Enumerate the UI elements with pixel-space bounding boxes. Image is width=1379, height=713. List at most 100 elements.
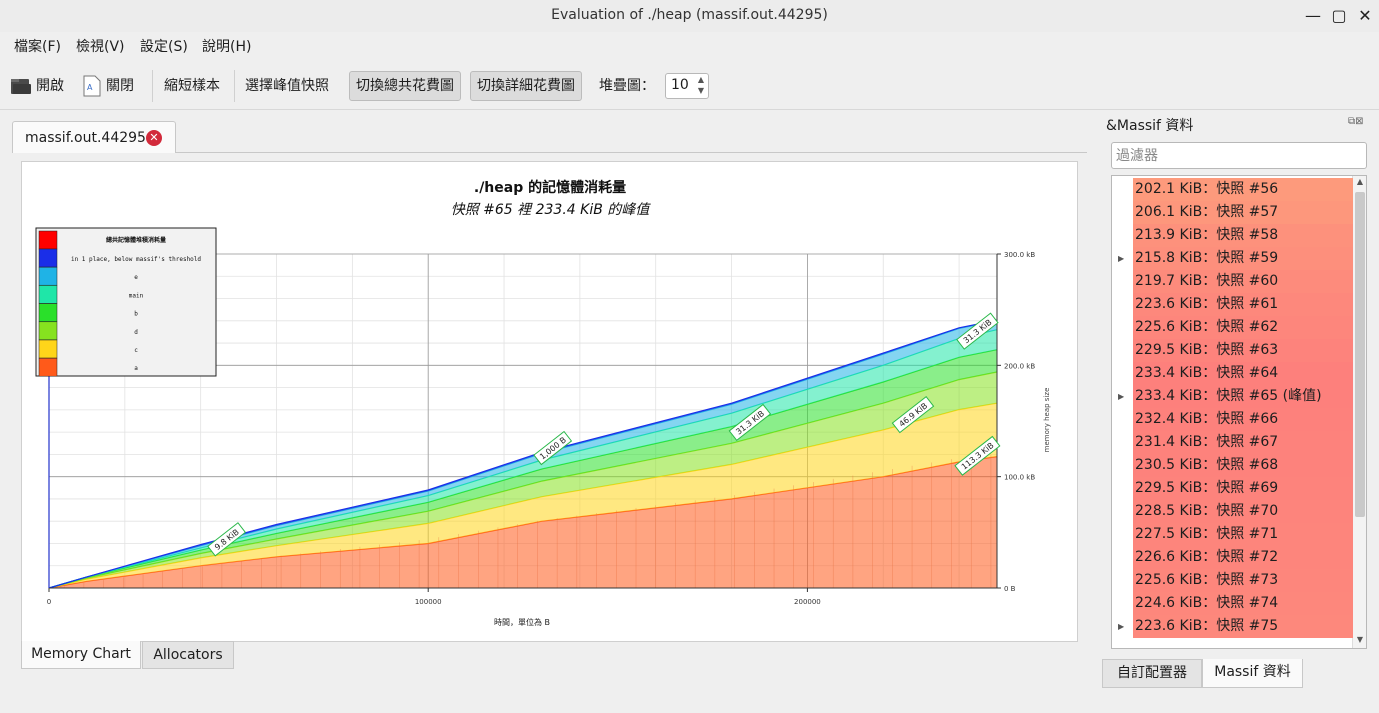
- menu-file[interactable]: 檔案(F): [14, 36, 61, 56]
- x-tick-label: 0: [47, 598, 51, 606]
- window-title: Evaluation of ./heap (massif.out.44295): [551, 7, 828, 23]
- snapshot-row[interactable]: 233.4 KiB：快照 #65 (峰值): [1133, 385, 1353, 408]
- chart-subtitle: 快照 #65 裡 233.4 KiB 的峰值: [451, 202, 652, 218]
- snapshot-row[interactable]: 202.1 KiB：快照 #56: [1133, 178, 1353, 201]
- minimize-icon[interactable]: —: [1302, 5, 1324, 27]
- x-tick-label: 100000: [415, 598, 442, 606]
- stack-label: 堆疊圖：: [599, 78, 655, 94]
- toolbar-separator: [234, 70, 235, 102]
- legend-label: e: [134, 274, 138, 281]
- legend-title: 總共記憶體堆積消耗量: [106, 236, 166, 244]
- snapshot-row[interactable]: 233.4 KiB：快照 #64: [1133, 362, 1353, 385]
- legend-swatch: [38, 357, 58, 377]
- document-close-icon: A: [83, 75, 101, 97]
- snapshot-row[interactable]: 225.6 KiB：快照 #62: [1133, 316, 1353, 339]
- dock-title: &Massif 資料: [1106, 118, 1194, 134]
- snapshot-row[interactable]: 229.5 KiB：快照 #69: [1133, 477, 1353, 500]
- snapshot-row[interactable]: 224.6 KiB：快照 #74: [1133, 592, 1353, 615]
- legend-label: c: [134, 347, 138, 354]
- filter-field[interactable]: [1111, 142, 1367, 169]
- stack-spinbox[interactable]: 10 ▲ ▼: [665, 73, 709, 99]
- tab-custom-allocators[interactable]: 自訂配置器: [1102, 659, 1202, 688]
- snapshot-row[interactable]: 225.6 KiB：快照 #73: [1133, 569, 1353, 592]
- toolbar-separator: [152, 70, 153, 102]
- y-tick-label: 0 B: [1004, 585, 1016, 593]
- y-tick-label: 200.0 kB: [1004, 362, 1035, 370]
- close-label: 關閉: [106, 78, 134, 94]
- y-tick-label: 300.0 kB: [1004, 251, 1035, 259]
- filter-input[interactable]: [1116, 146, 1356, 166]
- tab-massif-data[interactable]: Massif 資料: [1202, 659, 1303, 688]
- open-label: 開啟: [36, 78, 64, 94]
- spin-down-icon[interactable]: ▼: [696, 86, 706, 95]
- legend-label: d: [134, 329, 138, 336]
- expand-arrow-icon[interactable]: ▶: [1118, 385, 1128, 408]
- snapshot-row[interactable]: 232.4 KiB：快照 #66: [1133, 408, 1353, 431]
- snapshot-row[interactable]: 213.9 KiB：快照 #58: [1133, 224, 1353, 247]
- snapshot-scrollbar[interactable]: ▲ ▼: [1352, 176, 1366, 648]
- snapshot-row[interactable]: 223.6 KiB：快照 #75: [1133, 615, 1353, 638]
- legend-swatch: [38, 321, 58, 341]
- menu-help[interactable]: 說明(H): [202, 36, 251, 56]
- tab-allocators[interactable]: Allocators: [142, 641, 234, 669]
- snapshot-row[interactable]: 230.5 KiB：快照 #68: [1133, 454, 1353, 477]
- legend-swatch: [38, 285, 58, 304]
- snapshot-row[interactable]: 231.4 KiB：快照 #67: [1133, 431, 1353, 454]
- tab-divider: [176, 152, 1087, 153]
- title-bar: Evaluation of ./heap (massif.out.44295) …: [0, 0, 1379, 32]
- x-axis-label: 時間，單位為 B: [494, 617, 550, 627]
- legend-swatch: [38, 266, 58, 286]
- toggle-detailed-cost-button[interactable]: 切換詳細花費圖: [470, 71, 582, 101]
- svg-text:A: A: [87, 83, 93, 92]
- x-tick-label: 200000: [794, 598, 821, 606]
- snapshot-row[interactable]: 226.6 KiB：快照 #72: [1133, 546, 1353, 569]
- legend-label: in 1 place, below massif's threshold: [71, 256, 201, 263]
- legend-swatch: [38, 303, 58, 322]
- expand-arrow-icon[interactable]: ▶: [1118, 615, 1128, 638]
- scroll-down-icon[interactable]: ▼: [1353, 635, 1366, 644]
- tab-memory-chart[interactable]: Memory Chart: [21, 641, 141, 669]
- close-window-icon[interactable]: ✕: [1354, 5, 1376, 27]
- shorten-samples-button[interactable]: 縮短樣本: [164, 72, 220, 100]
- y-tick-label: 100.0 kB: [1004, 474, 1035, 482]
- snapshot-list: ▲ ▼ 202.1 KiB：快照 #56 206.1 KiB：快照 #57 213.…: [1111, 175, 1367, 649]
- menu-view[interactable]: 檢視(V): [76, 36, 125, 56]
- tab-label: massif.out.44295: [25, 130, 146, 146]
- spin-up-icon[interactable]: ▲: [696, 75, 706, 84]
- snapshot-row[interactable]: 206.1 KiB：快照 #57: [1133, 201, 1353, 224]
- tab-massif-file[interactable]: massif.out.44295 ✕: [12, 121, 176, 153]
- legend-total-swatch: [38, 230, 58, 250]
- legend: 總共記憶體堆積消耗量 in 1 place, below massif's th…: [35, 227, 217, 377]
- scrollbar-thumb[interactable]: [1355, 192, 1365, 517]
- legend-label: main: [129, 292, 144, 299]
- snapshot-row[interactable]: 215.8 KiB：快照 #59: [1133, 247, 1353, 270]
- select-peak-button[interactable]: 選擇峰值快照: [245, 72, 329, 100]
- snapshot-row[interactable]: 219.7 KiB：快照 #60: [1133, 270, 1353, 293]
- memory-chart-svg: 0 100000 200000 0 B 100.0 kB 200.0 kB 300.0 kB…: [35, 179, 1051, 627]
- snapshot-row[interactable]: 227.5 KiB：快照 #71: [1133, 523, 1353, 546]
- expand-arrow-icon[interactable]: ▶: [1118, 247, 1128, 270]
- legend-box: [35, 227, 217, 377]
- open-button[interactable]: 開啟: [10, 72, 64, 100]
- menu-settings[interactable]: 設定(S): [140, 36, 188, 56]
- close-tab-icon[interactable]: ✕: [146, 130, 162, 146]
- maximize-icon[interactable]: ▢: [1328, 5, 1350, 27]
- snapshot-row[interactable]: 228.5 KiB：快照 #70: [1133, 500, 1353, 523]
- dock-float-close-icon[interactable]: ⧉⊠: [1348, 116, 1364, 127]
- legend-swatch: [38, 248, 58, 268]
- close-button[interactable]: A 關閉: [82, 72, 134, 100]
- stack-value[interactable]: 10: [671, 77, 689, 93]
- snapshot-row[interactable]: 223.6 KiB：快照 #61: [1133, 293, 1353, 316]
- toggle-total-cost-button[interactable]: 切換總共花費圖: [349, 71, 461, 101]
- snapshot-row[interactable]: 229.5 KiB：快照 #63: [1133, 339, 1353, 362]
- legend-label: a: [134, 365, 138, 372]
- y-axis-label: memory heap size: [1043, 388, 1051, 453]
- legend-swatch: [38, 339, 58, 359]
- scroll-up-icon[interactable]: ▲: [1353, 177, 1366, 186]
- memory-chart: 0 100000 200000 0 B 100.0 kB 200.0 kB 300.0 kB…: [21, 161, 1078, 642]
- toolbar: 開啟 A 關閉 縮短樣本 選擇峰值快照 切換總共花費圖 切換詳細花費圖 堆疊圖：…: [0, 62, 1379, 110]
- chart-title: ./heap 的記憶體消耗量: [474, 179, 626, 196]
- legend-label: b: [134, 311, 138, 318]
- menu-bar: 檔案(F) 檢視(V) 設定(S) 說明(H): [0, 32, 1379, 58]
- folder-open-icon: [11, 79, 31, 94]
